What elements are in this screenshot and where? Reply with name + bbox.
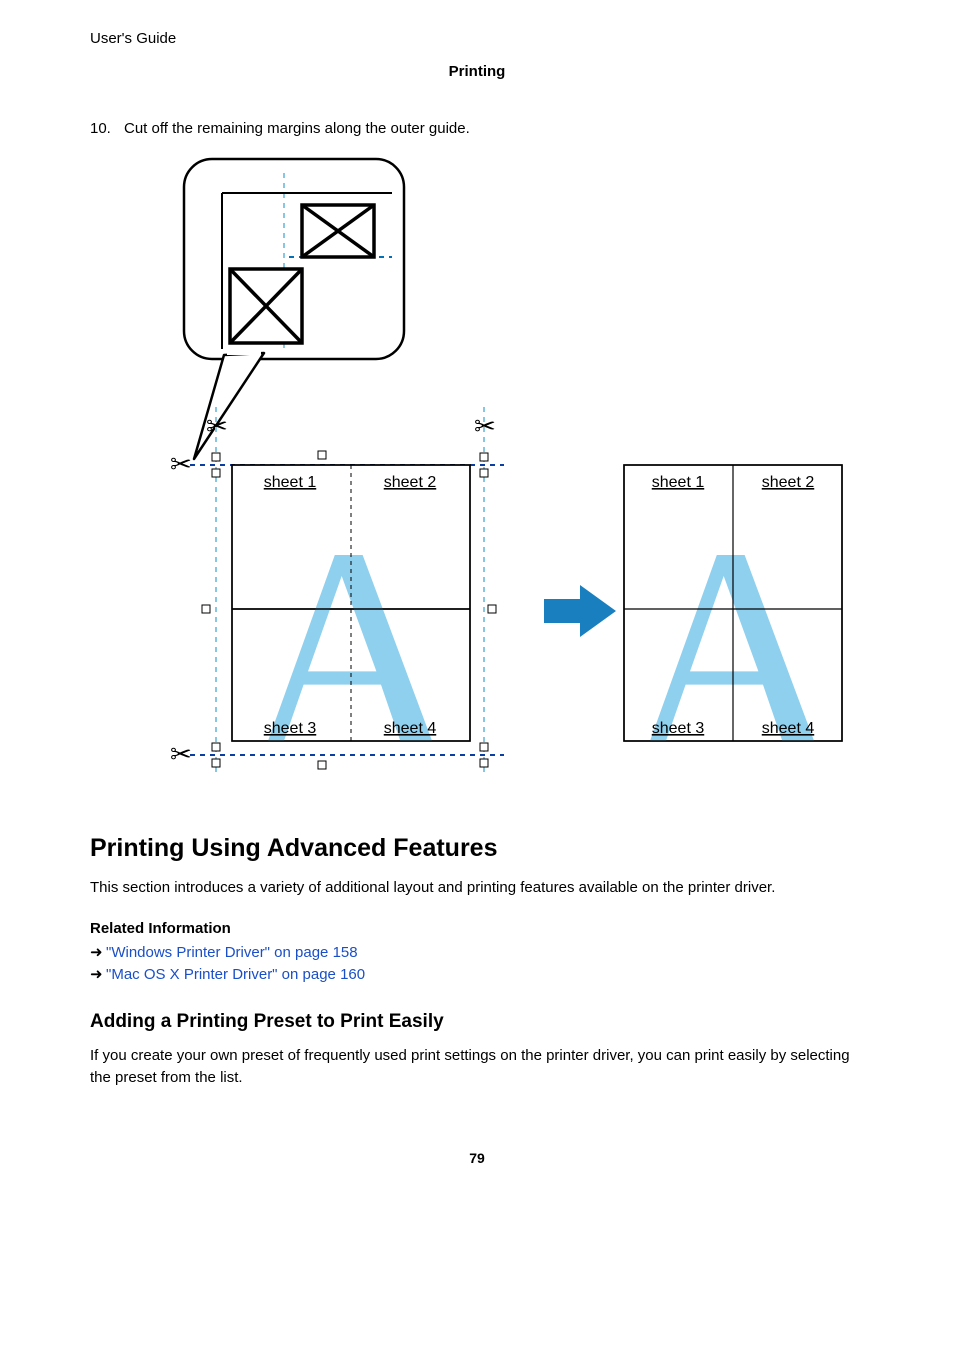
- link-windows-driver[interactable]: "Windows Printer Driver" on page 158: [106, 944, 358, 961]
- step-number: 10.: [90, 120, 124, 137]
- section-title: Printing: [90, 63, 864, 80]
- scissors-icon: ✂: [206, 411, 228, 441]
- related-link-line: ➜"Windows Printer Driver" on page 158: [90, 943, 864, 961]
- heading-advanced-features: Printing Using Advanced Features: [90, 834, 864, 863]
- sheet-label: sheet 3: [264, 720, 317, 737]
- sheet-label: sheet 4: [384, 720, 437, 737]
- related-link-line: ➜"Mac OS X Printer Driver" on page 160: [90, 965, 864, 983]
- page-number: 79: [90, 1150, 864, 1166]
- arrow-right-icon: ➜: [90, 965, 104, 983]
- intro-paragraph: This section introduces a variety of add…: [90, 877, 864, 900]
- scissors-icon: ✂: [170, 739, 192, 769]
- scissors-icon: ✂: [170, 449, 192, 479]
- sheet-label: sheet 1: [264, 474, 317, 491]
- step-text: Cut off the remaining margins along the …: [124, 120, 470, 137]
- arrow-right-icon: [544, 585, 616, 637]
- sheet-label: sheet 1: [652, 474, 705, 491]
- sheet-label: sheet 4: [762, 720, 815, 737]
- sheet-label: sheet 2: [762, 474, 815, 491]
- link-mac-driver[interactable]: "Mac OS X Printer Driver" on page 160: [106, 966, 365, 983]
- guide-title: User's Guide: [90, 30, 864, 47]
- sheet-label: sheet 3: [652, 720, 705, 737]
- sheet-label: sheet 2: [384, 474, 437, 491]
- step-line: 10.Cut off the remaining margins along t…: [90, 120, 864, 137]
- right-poster-final: A sheet 1 sheet 2 sheet 3 sheet 4: [624, 465, 842, 793]
- heading-printing-preset: Adding a Printing Preset to Print Easily: [90, 1011, 864, 1033]
- scissors-icon: ✂: [474, 411, 496, 441]
- figure: ✂ ✂ ✂ ✂: [134, 153, 864, 798]
- preset-paragraph: If you create your own preset of frequen…: [90, 1045, 864, 1090]
- arrow-right-icon: ➜: [90, 943, 104, 961]
- left-poster-with-guides: ✂ ✂ ✂ ✂: [170, 407, 504, 793]
- related-info-heading: Related Information: [90, 920, 864, 937]
